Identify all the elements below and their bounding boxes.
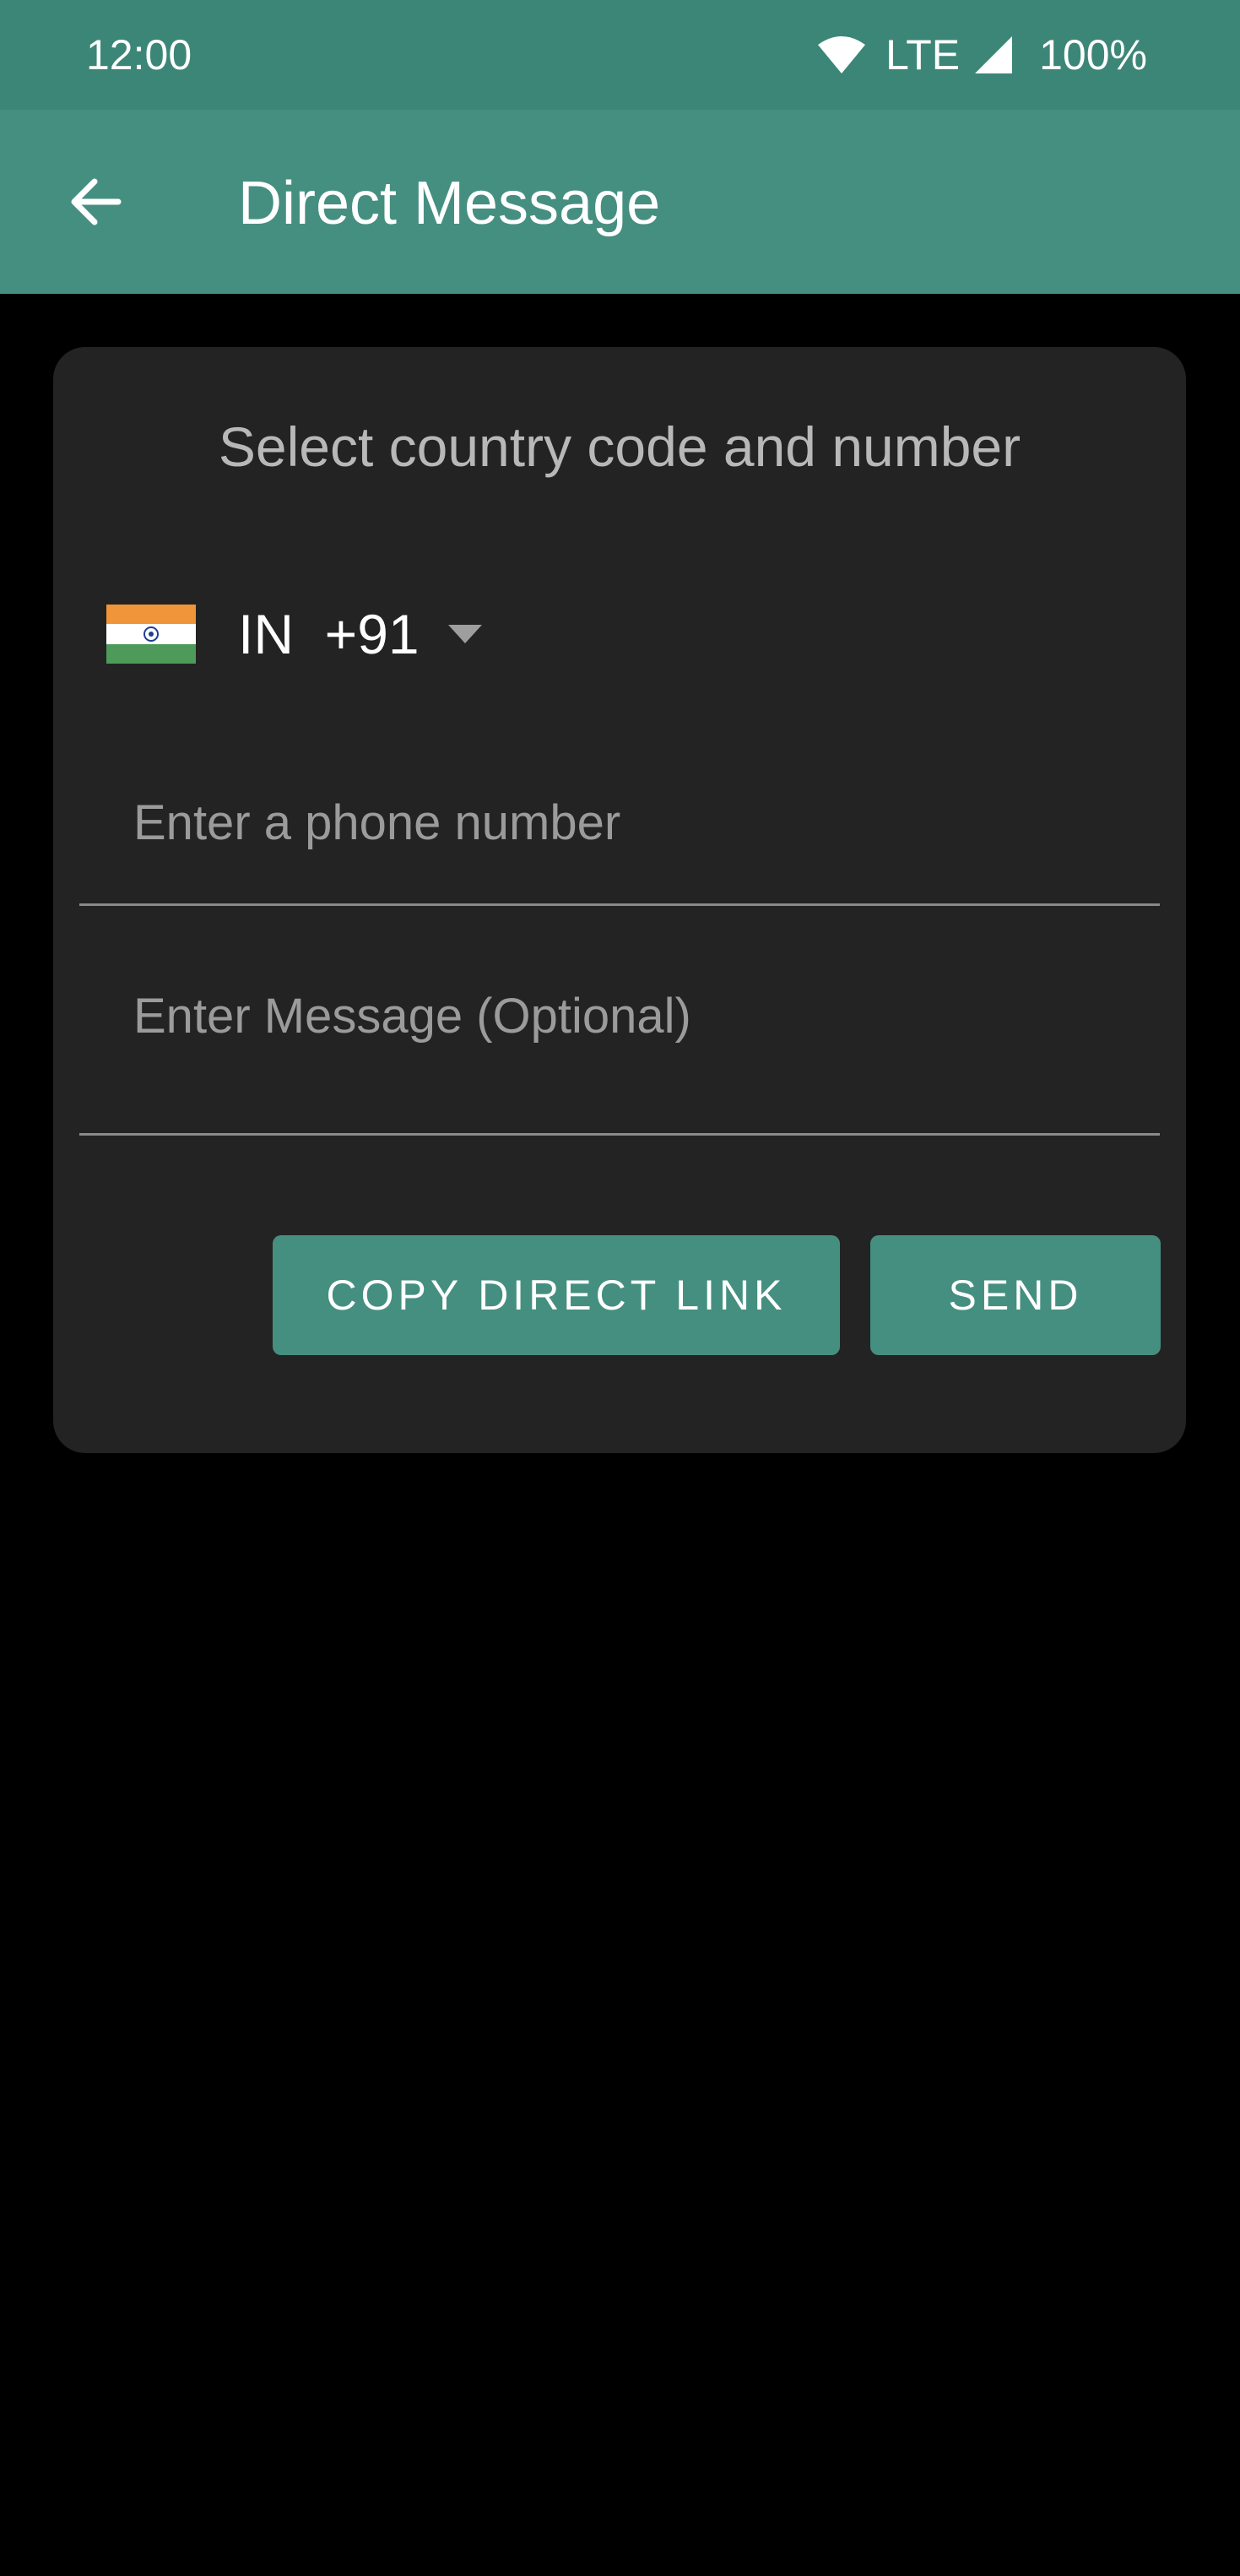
copy-direct-link-button[interactable]: COPY DIRECT LINK xyxy=(273,1235,840,1355)
page-title: Direct Message xyxy=(238,170,661,237)
dropdown-arrow-icon xyxy=(447,625,482,643)
message-field xyxy=(79,972,1160,1136)
phone-number-input[interactable] xyxy=(79,752,1109,903)
network-type: LTE xyxy=(885,31,961,79)
message-input[interactable] xyxy=(79,972,1109,1133)
status-time: 12:00 xyxy=(86,31,192,79)
status-icons: LTE 100% xyxy=(816,27,1147,83)
signal-icon xyxy=(975,36,1013,73)
arrow-back-icon xyxy=(71,178,122,225)
phone-number-field xyxy=(79,752,1160,906)
wifi-icon xyxy=(818,36,866,73)
app-bar: Direct Message xyxy=(0,110,1240,294)
status-bar: 12:00 LTE 100% xyxy=(0,0,1240,110)
back-button[interactable] xyxy=(51,156,142,247)
direct-message-card: Select country code and number IN +91 CO… xyxy=(53,347,1186,1453)
battery-level: 100% xyxy=(1039,31,1147,79)
india-flag-icon xyxy=(106,605,196,664)
country-code-picker[interactable]: IN +91 xyxy=(106,592,482,676)
send-button[interactable]: SEND xyxy=(870,1235,1161,1355)
card-heading: Select country code and number xyxy=(218,415,1021,478)
country-code-label: IN +91 xyxy=(238,603,420,665)
